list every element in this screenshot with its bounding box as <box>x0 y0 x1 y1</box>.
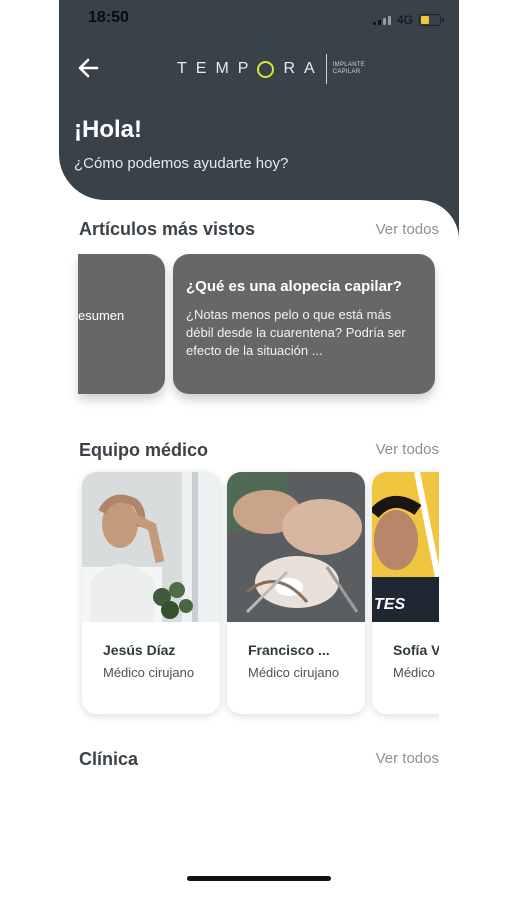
doctor-name: Sofía V <box>393 642 439 658</box>
doctor-role: Médico cirujano <box>103 665 195 680</box>
doctor-photo <box>82 472 220 622</box>
clinic-see-all-link[interactable]: Ver todos <box>376 750 439 767</box>
doctor-card[interactable]: Jesús Díaz Médico cirujano <box>82 472 220 714</box>
doctor-role: Médico cirujano <box>248 665 340 680</box>
doctor-name: Francisco ... <box>248 642 330 658</box>
home-indicator[interactable] <box>187 876 331 881</box>
app-screen: 18:50 4G TEMP RA IMPLANTE CAPILAR ¡Hola!… <box>59 0 459 900</box>
doctor-name: Jesús Díaz <box>103 642 176 658</box>
doctor-card[interactable]: TES Sofía V Médico <box>372 472 439 714</box>
photo-overlay-text: TES <box>374 596 406 613</box>
doctor-photo <box>227 472 365 622</box>
doctor-role: Médico <box>393 665 435 680</box>
doctor-card[interactable]: Francisco ... Médico cirujano <box>227 472 365 714</box>
doctor-photo: TES <box>372 472 439 622</box>
clinic-section-title: Clínica <box>79 749 139 769</box>
